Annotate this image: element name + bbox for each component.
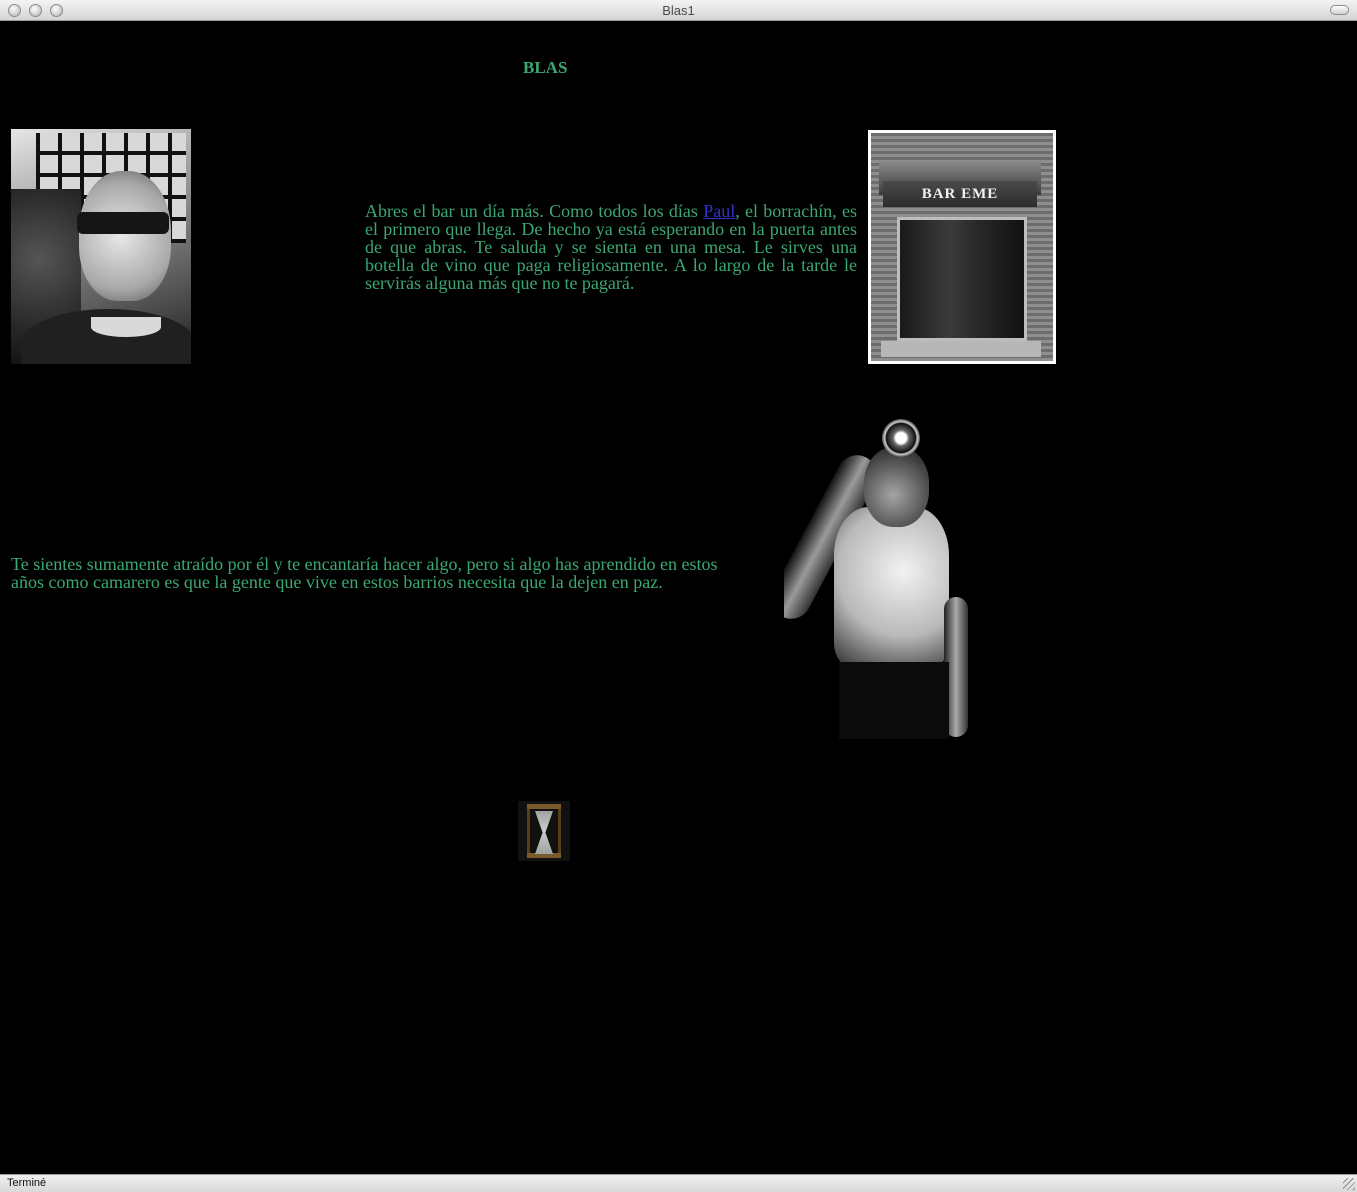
portrait-photo (11, 129, 191, 364)
story-paragraph-2: Te sientes sumamente atraído por él y te… (11, 554, 718, 592)
story-paragraph-1: Abres el bar un día más. Como todos los … (365, 202, 857, 292)
status-text: Terminé (7, 1177, 47, 1189)
hourglass-icon[interactable] (518, 801, 570, 861)
page-content: BLAS Abres el bar un día más. Como todos… (0, 22, 1357, 1174)
bar-sign: BAR EME (883, 181, 1037, 207)
story-text-before-link: Abres el bar un día más. Como todos los … (365, 201, 704, 221)
toolbar-toggle-button[interactable] (1330, 5, 1349, 15)
bar-facade-photo: BAR EME (868, 130, 1056, 364)
paul-link[interactable]: Paul (703, 201, 735, 221)
status-bar: Terminé (0, 1174, 1357, 1192)
page-title: BLAS (523, 58, 568, 77)
resize-grip-icon[interactable] (1343, 1178, 1355, 1190)
window-title: Blas1 (662, 3, 695, 18)
man-with-camera-photo (784, 417, 984, 739)
window-titlebar: Blas1 (0, 0, 1357, 21)
